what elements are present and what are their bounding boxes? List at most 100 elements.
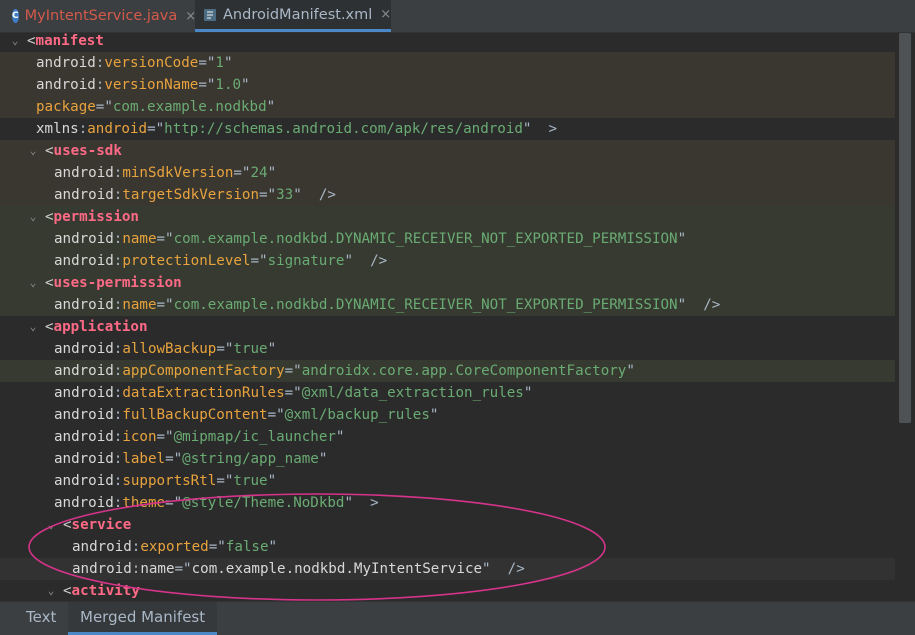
fold-toggle-icon[interactable]: ⌄ (7, 33, 23, 52)
code-text: android:name="com.example.nodkbd.DYNAMIC… (54, 228, 686, 250)
code-text: <uses-permission (45, 272, 182, 294)
attr-name: targetSdkVersion (122, 187, 260, 203)
code-line: android:name="com.example.nodkbd.MyInten… (0, 558, 895, 580)
fold-toggle-icon[interactable]: ⌄ (25, 316, 41, 338)
attr-name: exported (140, 539, 209, 555)
tag-name: permission (53, 209, 139, 225)
attr-value: com.example.nodkbd.DYNAMIC_RECEIVER_NOT_… (173, 231, 678, 247)
tag-name: application (53, 319, 148, 335)
attr-namespace: android (36, 55, 96, 71)
attr-quote: " (293, 187, 302, 203)
attr-quote: " (523, 385, 533, 401)
code-text: android:fullBackupContent="@xml/backup_r… (54, 404, 438, 426)
attr-namespace: android (36, 77, 96, 93)
attr-name: allowBackup (122, 341, 217, 357)
attr-quote: " (267, 341, 277, 357)
tag-name: uses-permission (53, 275, 182, 291)
code-text: android:name="com.example.nodkbd.MyInten… (72, 558, 525, 580)
code-text: android:label="@string/app_name" (54, 448, 327, 470)
attr-name: name (140, 561, 175, 577)
fold-toggle-icon[interactable]: ⌄ (43, 514, 59, 536)
code-text: android:minSdkVersion="24" (54, 162, 276, 184)
attr-equals: =" (284, 363, 302, 379)
fold-toggle-icon[interactable]: ⌄ (25, 272, 41, 294)
bottom-tab-bar: Text Merged Manifest (0, 601, 915, 635)
tag-end: /> (490, 561, 525, 577)
attr-name: android (87, 121, 148, 137)
attr-quote: " (266, 99, 276, 115)
tab-androidmanifest-xml[interactable]: AndroidManifest.xml × (195, 0, 391, 32)
attr-namespace: android (54, 407, 114, 423)
attr-value: true (233, 473, 268, 489)
attr-value: 1.0 (215, 77, 242, 93)
attr-name: icon (122, 429, 157, 445)
code-text: <service (63, 514, 131, 536)
attr-namespace: android (72, 561, 132, 577)
attr-equals: =" (250, 253, 268, 269)
tag-name: activity (71, 583, 140, 599)
attr-namespace: android (54, 429, 114, 445)
tab-text[interactable]: Text (26, 602, 56, 632)
attr-value: com.example.nodkbd.MyIntentService (191, 561, 483, 577)
code-text: <manifest (27, 33, 104, 52)
attr-namespace: android (54, 231, 114, 247)
code-line: android:minSdkVersion="24" (0, 162, 895, 184)
code-text: <activity (63, 580, 140, 600)
tab-myintentservice-java[interactable]: C MyIntentService.java × (0, 0, 196, 32)
attr-quote: " (626, 363, 635, 379)
code-line: android:label="@string/app_name" (0, 448, 895, 470)
code-text: android:exported="false" (72, 536, 277, 558)
tag-bracket: < (27, 33, 36, 49)
code-text: <application (45, 316, 148, 338)
attr-namespace: android (72, 539, 132, 555)
vertical-scrollbar[interactable] (895, 33, 915, 600)
code-text: android:icon="@mipmap/ic_launcher" (54, 426, 344, 448)
attr-name: dataExtractionRules (122, 385, 285, 401)
attr-equals: =" (174, 561, 192, 577)
tag-bracket: < (45, 275, 54, 291)
attr-namespace: android (54, 297, 114, 313)
tab-label: AndroidManifest.xml (223, 6, 373, 23)
tag-bracket: < (63, 517, 72, 533)
attr-equals: =" (198, 55, 216, 71)
attr-equals: =" (147, 121, 165, 137)
attr-namespace: android (54, 495, 114, 511)
code-editor[interactable]: ⌄ <manifest android:versionCode="1" android… (0, 33, 915, 600)
fold-toggle-icon[interactable]: ⌄ (25, 206, 41, 228)
code-text: android:versionName="1.0" (36, 74, 250, 96)
attr-namespace: android (54, 473, 114, 489)
attr-namespace: android (54, 187, 114, 203)
attr-name: name (122, 231, 157, 247)
code-line: android:icon="@mipmap/ic_launcher" (0, 426, 895, 448)
attr-value: false (225, 539, 269, 555)
attr-value: com.example.nodkbd (112, 99, 267, 115)
close-icon[interactable]: × (380, 7, 391, 22)
tag-end: /> (686, 297, 721, 313)
attr-equals: =" (198, 77, 216, 93)
code-text: android:theme="@style/Theme.NoDkbd" > (54, 492, 379, 514)
code-line: ⌄ <activity (0, 580, 895, 600)
attr-name: label (122, 451, 166, 467)
code-line: ⌄ <service (0, 514, 895, 536)
code-text: android:protectionLevel="signature" /> (54, 250, 387, 272)
code-line: android:targetSdkVersion="33" /> (0, 184, 895, 206)
tab-label: MyIntentService.java (24, 8, 178, 24)
editor-tab-bar: C MyIntentService.java × AndroidManifest… (0, 0, 915, 33)
code-line: ⌄ <uses-permission (0, 272, 895, 294)
attr-quote: " (344, 495, 353, 511)
attr-value: androidx.core.app.CoreComponentFactory (301, 363, 627, 379)
attr-value: @string/app_name (182, 451, 319, 467)
scrollbar-thumb[interactable] (899, 33, 911, 423)
fold-toggle-icon[interactable]: ⌄ (25, 140, 41, 162)
fold-toggle-icon[interactable]: ⌄ (43, 580, 59, 600)
attr-quote: " (267, 165, 277, 181)
attr-name: versionName (104, 77, 199, 93)
attr-quote: " (268, 539, 278, 555)
tag-end: /> (352, 253, 388, 269)
code-text: android:supportsRtl="true" (54, 470, 276, 492)
attr-equals: =" (156, 429, 174, 445)
code-line: ⌄ <application (0, 316, 895, 338)
tab-merged-manifest[interactable]: Merged Manifest (68, 602, 218, 635)
code-line: android:fullBackupContent="@xml/backup_r… (0, 404, 895, 426)
tag-bracket: < (45, 143, 54, 159)
